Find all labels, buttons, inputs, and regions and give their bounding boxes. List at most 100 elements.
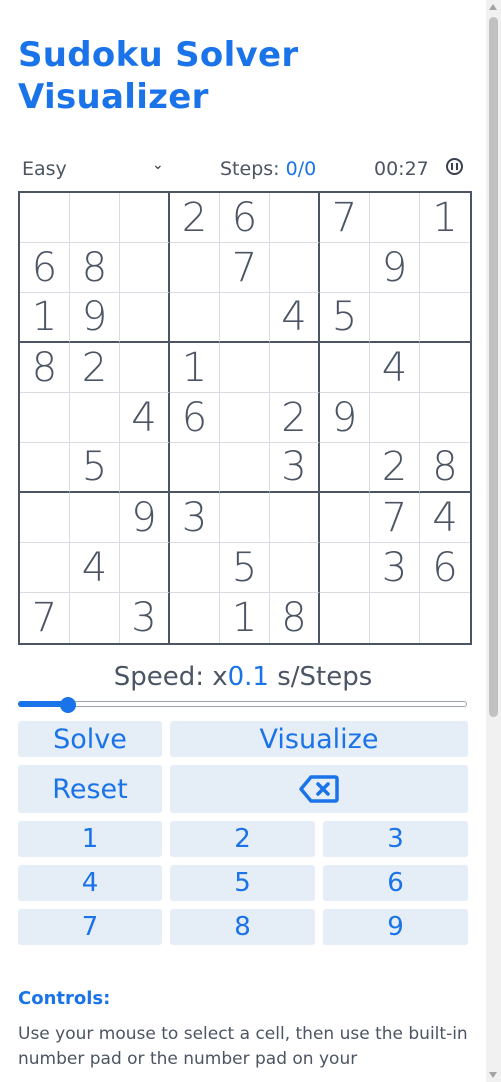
sudoku-cell[interactable]: 2 [370,443,420,493]
sudoku-cell[interactable] [170,593,220,643]
sudoku-cell[interactable]: 4 [70,543,120,593]
sudoku-cell[interactable]: 2 [270,393,320,443]
sudoku-cell[interactable] [170,293,220,343]
sudoku-cell[interactable] [170,543,220,593]
sudoku-cell[interactable]: 3 [370,543,420,593]
sudoku-cell[interactable] [320,343,370,393]
sudoku-cell[interactable]: 6 [420,543,470,593]
sudoku-cell[interactable]: 7 [370,493,420,543]
sudoku-cell[interactable] [70,393,120,443]
sudoku-cell[interactable] [420,393,470,443]
sudoku-cell[interactable] [70,493,120,543]
sudoku-cell[interactable] [320,543,370,593]
reset-button[interactable]: Reset [18,765,162,813]
sudoku-cell[interactable]: 9 [370,243,420,293]
sudoku-cell[interactable]: 9 [320,393,370,443]
sudoku-cell[interactable]: 3 [270,443,320,493]
sudoku-cell[interactable]: 6 [170,393,220,443]
numpad-button-9[interactable]: 9 [323,909,468,945]
sudoku-cell[interactable]: 4 [420,493,470,543]
sudoku-cell[interactable] [70,593,120,643]
sudoku-cell[interactable] [420,343,470,393]
sudoku-cell[interactable] [20,493,70,543]
sudoku-cell[interactable]: 6 [220,193,270,243]
sudoku-cell[interactable] [270,243,320,293]
sudoku-cell[interactable]: 8 [420,443,470,493]
sudoku-cell[interactable] [320,493,370,543]
sudoku-cell[interactable] [170,443,220,493]
sudoku-cell[interactable]: 9 [70,293,120,343]
sudoku-cell[interactable] [20,543,70,593]
numpad-button-7[interactable]: 7 [18,909,162,945]
sudoku-cell[interactable]: 5 [220,543,270,593]
sudoku-cell[interactable]: 3 [120,593,170,643]
sudoku-cell[interactable] [70,193,120,243]
sudoku-cell[interactable] [320,593,370,643]
sudoku-cell[interactable] [20,443,70,493]
sudoku-cell[interactable] [220,443,270,493]
sudoku-cell[interactable] [420,293,470,343]
sudoku-cell[interactable]: 5 [320,293,370,343]
scrollbar[interactable] [486,0,501,1082]
sudoku-cell[interactable] [120,243,170,293]
sudoku-cell[interactable] [120,193,170,243]
sudoku-cell[interactable] [220,393,270,443]
sudoku-cell[interactable]: 1 [20,293,70,343]
sudoku-cell[interactable]: 8 [20,343,70,393]
sudoku-cell[interactable] [170,243,220,293]
sudoku-cell[interactable]: 1 [220,593,270,643]
sudoku-cell[interactable] [420,243,470,293]
sudoku-cell[interactable] [270,193,320,243]
sudoku-cell[interactable]: 2 [70,343,120,393]
sudoku-cell[interactable] [120,543,170,593]
scrollbar-thumb[interactable] [489,17,498,717]
sudoku-cell[interactable]: 1 [170,343,220,393]
pause-icon[interactable] [446,158,463,175]
sudoku-cell[interactable]: 7 [220,243,270,293]
sudoku-cell[interactable] [370,293,420,343]
numpad-button-5[interactable]: 5 [170,865,315,901]
visualize-button[interactable]: Visualize [170,721,468,757]
numpad-button-2[interactable]: 2 [170,821,315,857]
slider-thumb[interactable] [60,697,76,713]
sudoku-cell[interactable]: 9 [120,493,170,543]
scroll-up-arrow-icon[interactable] [489,4,497,10]
sudoku-cell[interactable]: 3 [170,493,220,543]
sudoku-cell[interactable]: 7 [320,193,370,243]
numpad-button-8[interactable]: 8 [170,909,315,945]
sudoku-cell[interactable] [270,543,320,593]
sudoku-cell[interactable] [20,393,70,443]
sudoku-cell[interactable] [270,493,320,543]
sudoku-cell[interactable] [320,443,370,493]
sudoku-cell[interactable]: 4 [120,393,170,443]
sudoku-cell[interactable] [220,293,270,343]
numpad-button-6[interactable]: 6 [323,865,468,901]
sudoku-cell[interactable] [370,393,420,443]
sudoku-cell[interactable]: 4 [370,343,420,393]
sudoku-cell[interactable] [20,193,70,243]
sudoku-cell[interactable]: 2 [170,193,220,243]
sudoku-cell[interactable]: 1 [420,193,470,243]
speed-slider[interactable] [18,697,468,713]
difficulty-select[interactable]: Easy ⌄ [22,157,164,180]
numpad-button-4[interactable]: 4 [18,865,162,901]
numpad-button-1[interactable]: 1 [18,821,162,857]
sudoku-cell[interactable] [370,193,420,243]
sudoku-cell[interactable] [420,593,470,643]
sudoku-cell[interactable] [370,593,420,643]
sudoku-cell[interactable]: 8 [270,593,320,643]
sudoku-cell[interactable] [120,343,170,393]
sudoku-cell[interactable] [320,243,370,293]
sudoku-cell[interactable] [120,293,170,343]
sudoku-cell[interactable]: 5 [70,443,120,493]
sudoku-cell[interactable] [220,493,270,543]
scroll-down-arrow-icon[interactable] [489,1072,497,1078]
backspace-button[interactable] [170,765,468,813]
sudoku-cell[interactable]: 8 [70,243,120,293]
numpad-button-3[interactable]: 3 [323,821,468,857]
sudoku-cell[interactable]: 7 [20,593,70,643]
sudoku-cell[interactable] [270,343,320,393]
sudoku-cell[interactable]: 6 [20,243,70,293]
sudoku-cell[interactable]: 4 [270,293,320,343]
sudoku-cell[interactable] [120,443,170,493]
